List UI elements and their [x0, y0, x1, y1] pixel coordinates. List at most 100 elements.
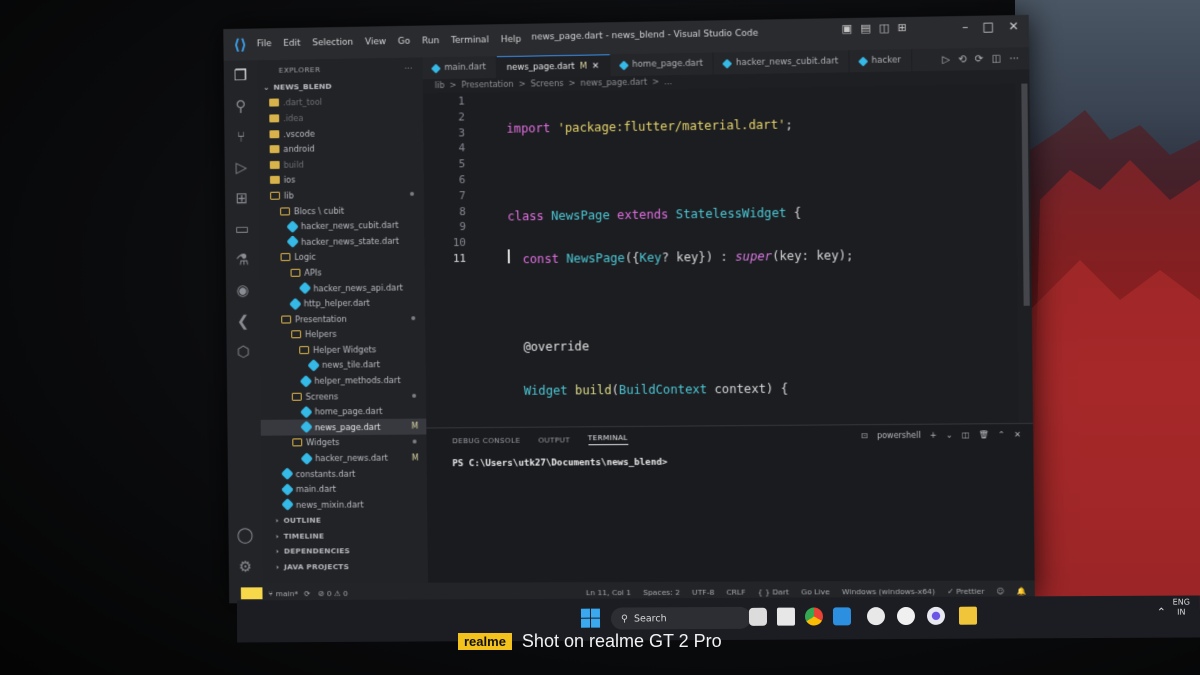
tree-item[interactable]: helper_methods.dart	[260, 372, 426, 389]
toggle-secondary-icon[interactable]: ◫	[879, 21, 890, 34]
problems-count[interactable]: ⊘ 0 ⚠ 0	[318, 589, 348, 598]
tree-item[interactable]: Presentation	[260, 310, 426, 327]
close-icon[interactable]: ✕	[592, 61, 599, 71]
more-actions-icon[interactable]: ···	[404, 63, 412, 72]
folder-icon[interactable]	[958, 606, 978, 625]
customize-layout-icon[interactable]: ⊞	[897, 21, 906, 34]
testing-icon[interactable]: ⚗	[233, 251, 251, 269]
more-actions-icon[interactable]: ···	[1009, 53, 1019, 64]
language-mode[interactable]: { } Dart	[758, 587, 789, 596]
tree-item[interactable]: constants.dart	[261, 465, 427, 482]
file-explorer-icon[interactable]	[776, 607, 796, 626]
tab-terminal[interactable]: TERMINAL	[587, 432, 628, 446]
menu-run[interactable]: Run	[422, 36, 439, 46]
menu-selection[interactable]: Selection	[312, 38, 353, 49]
menu-terminal[interactable]: Terminal	[451, 35, 489, 46]
tree-item[interactable]: hacker_news.dart M	[261, 450, 427, 467]
new-terminal-icon[interactable]: +	[930, 431, 937, 440]
close-icon[interactable]: ✕	[1014, 430, 1021, 439]
section-dependencies[interactable]: › DEPENDENCIES	[262, 543, 428, 559]
language-indicator[interactable]: ENG IN	[1173, 598, 1190, 618]
close-icon[interactable]: ✕	[1008, 19, 1018, 33]
git-branch[interactable]: main*	[276, 589, 298, 598]
tree-item[interactable]: http_helper.dart	[259, 295, 425, 312]
search-icon[interactable]: ⚲	[232, 97, 250, 115]
platform[interactable]: Windows (windows-x64)	[842, 586, 935, 595]
menu-file[interactable]: File	[257, 39, 272, 49]
terminal-prompt[interactable]: PS C:\Users\utk27\Documents\news_blend>	[427, 448, 1034, 469]
chevron-up-icon[interactable]: ⌃	[1157, 606, 1166, 619]
prettier[interactable]: ✓ Prettier	[947, 586, 984, 595]
browser-icon[interactable]	[926, 606, 946, 625]
encoding[interactable]: UTF-8	[692, 587, 714, 596]
tab-news-page-dart[interactable]: news_page.dart M ✕	[496, 54, 611, 79]
shell-name[interactable]: powershell	[877, 431, 921, 440]
hot-reload-icon[interactable]: ⟳	[975, 53, 984, 64]
minimize-icon[interactable]: –	[962, 20, 968, 34]
tree-item[interactable]: APIs	[259, 263, 425, 280]
menu-view[interactable]: View	[365, 37, 386, 47]
tree-item[interactable]: hacker_news_api.dart	[259, 279, 425, 296]
remote-explorer-icon[interactable]: ▭	[233, 220, 251, 238]
section-java-projects[interactable]: › JAVA PROJECTS	[262, 558, 428, 574]
extensions-icon[interactable]: ⊞	[233, 189, 251, 207]
source-control-icon[interactable]: ⑂	[232, 128, 250, 146]
chrome-icon[interactable]	[804, 607, 824, 626]
run-debug-icon[interactable]: ▷	[232, 158, 250, 176]
dart-file-icon	[299, 374, 313, 388]
widgets-icon[interactable]	[748, 607, 768, 626]
tree-item[interactable]: Helpers	[260, 326, 426, 343]
tab-hacker[interactable]: hacker	[849, 49, 913, 73]
tree-item[interactable]: home_page.dart	[261, 403, 427, 420]
tree-item[interactable]: main.dart	[261, 481, 427, 497]
sync-icon[interactable]: ⟳	[304, 589, 310, 598]
feedback-icon[interactable]: ☺	[997, 586, 1005, 595]
docker-icon[interactable]: ⬡	[234, 343, 252, 361]
cursor-position[interactable]: Ln 11, Col 1	[586, 587, 631, 596]
menu-edit[interactable]: Edit	[283, 39, 300, 49]
chevron-up-icon[interactable]: ⌃	[998, 430, 1005, 439]
tab-main-dart[interactable]: main.dart	[422, 56, 497, 80]
indentation[interactable]: Spaces: 2	[643, 587, 680, 596]
media-icon[interactable]: ◉	[234, 281, 252, 299]
editor-scrollbar[interactable]	[1021, 83, 1030, 306]
tree-item[interactable]: Screens	[260, 388, 426, 405]
flutter-icon[interactable]: ❮	[234, 312, 252, 330]
tree-item[interactable]: Helper Widgets	[260, 341, 426, 358]
toggle-panel-icon[interactable]: ▤	[860, 22, 871, 35]
go-live[interactable]: Go Live	[801, 587, 830, 596]
line-ending[interactable]: CRLF	[726, 587, 745, 596]
remote-indicator[interactable]	[240, 587, 263, 600]
code-editor[interactable]: 1 2 3 4 5 6 7 8 9 10 11 import 'package:…	[422, 83, 1030, 529]
tree-item[interactable]: news_tile.dart	[260, 357, 426, 374]
android-studio-icon[interactable]	[866, 607, 886, 626]
tab-debug-console[interactable]: DEBUG CONSOLE	[452, 435, 520, 444]
trash-icon[interactable]: 🗑	[979, 430, 989, 439]
split-terminal-icon[interactable]: ◫	[962, 430, 970, 439]
split-editor-icon[interactable]: ◫	[991, 53, 1001, 64]
start-windows-icon[interactable]	[580, 608, 601, 628]
vscode-taskbar-icon[interactable]	[832, 607, 852, 626]
run-icon[interactable]: ▷	[942, 54, 950, 65]
manage-gear-icon[interactable]: ⚙	[237, 558, 255, 576]
section-outline[interactable]: › OUTLINE	[262, 512, 428, 528]
tab-home-page-dart[interactable]: home_page.dart	[610, 52, 714, 77]
tree-item[interactable]: news_mixin.dart	[261, 496, 427, 512]
tree-item[interactable]: Widgets	[261, 434, 427, 451]
timeline-icon[interactable]: ⟲	[958, 54, 967, 65]
taskbar-search[interactable]: ⚲ Search	[610, 606, 752, 630]
notifications-icon[interactable]: 🔔	[1017, 586, 1027, 595]
section-timeline[interactable]: › TIMELINE	[262, 527, 428, 543]
menu-go[interactable]: Go	[398, 37, 410, 47]
chevron-down-icon[interactable]: ⌄	[946, 431, 953, 440]
tree-item-selected[interactable]: news_page.dart M	[260, 418, 427, 436]
accounts-icon[interactable]: ◯	[236, 526, 254, 544]
maximize-icon[interactable]: □	[983, 19, 995, 33]
tab-output[interactable]: OUTPUT	[538, 435, 570, 444]
tab-hacker-news-cubit-dart[interactable]: hacker_news_cubit.dart	[713, 50, 850, 75]
toggle-sidebar-icon[interactable]: ▣	[842, 22, 853, 35]
app-icon[interactable]	[896, 606, 916, 626]
menu-help[interactable]: Help	[501, 35, 522, 45]
explorer-icon[interactable]: ❐	[232, 66, 250, 84]
